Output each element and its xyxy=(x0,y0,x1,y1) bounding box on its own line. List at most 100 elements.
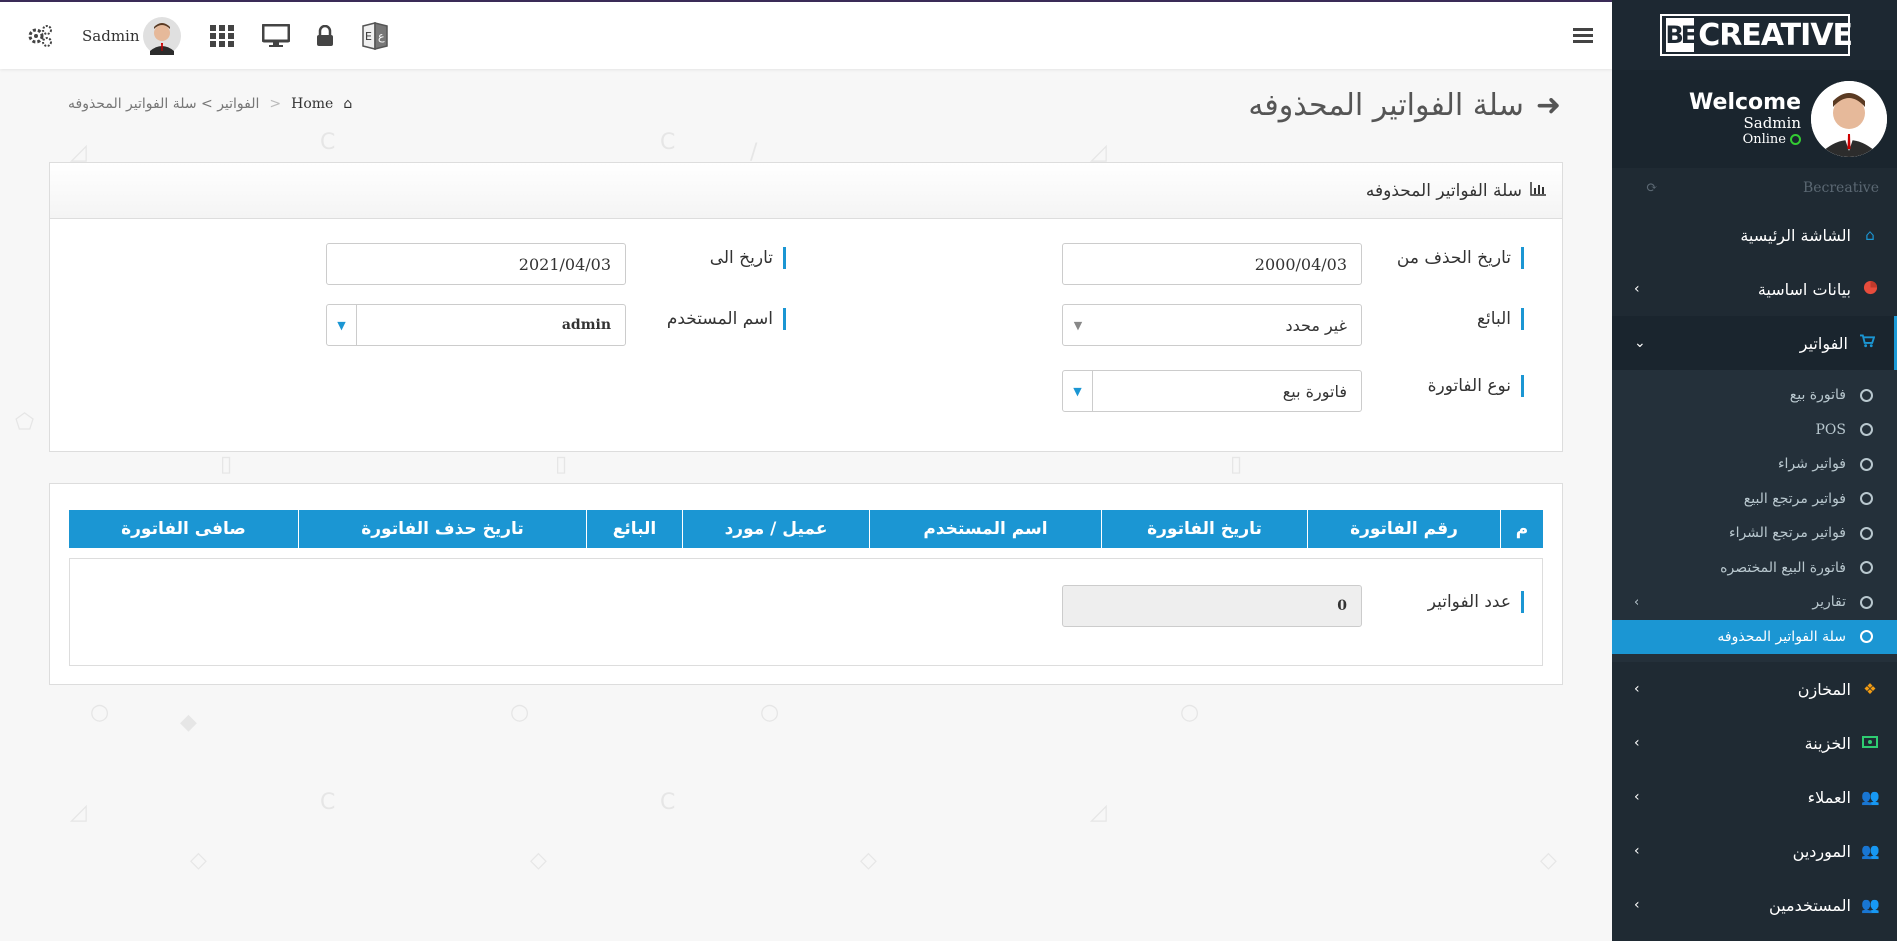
submenu-item-short-sales-invoice[interactable]: فاتورة البيع المختصره xyxy=(1612,551,1897,586)
home-icon: ⌂ xyxy=(343,96,353,112)
submenu-item-sales-returns[interactable]: فواتير مرتجع البيع xyxy=(1612,482,1897,517)
column-header[interactable]: تاريخ حذف الفاتورة xyxy=(298,510,586,548)
circle-icon xyxy=(1860,457,1873,471)
date-from-label: تاريخ الحذف من xyxy=(1397,247,1524,269)
column-header[interactable]: صافى الفاتورة xyxy=(69,510,298,548)
column-header[interactable]: اسم المستخدم xyxy=(869,510,1101,548)
home-icon: ⌂ xyxy=(1865,226,1875,244)
chevron-left-icon: ‹ xyxy=(1634,897,1640,913)
chevron-left-icon: ‹ xyxy=(1634,281,1640,297)
circle-icon xyxy=(1860,630,1873,644)
breadcrumb-home-link[interactable]: Home xyxy=(291,96,333,112)
cubes-icon: ❖ xyxy=(1863,680,1877,698)
chevron-left-icon: ‹ xyxy=(1634,594,1640,610)
sidebar-item-label: الموردين xyxy=(1792,841,1851,861)
submenu-item-pos[interactable]: POS xyxy=(1612,413,1897,448)
page-header: سلة الفواتير المحذوفه ➜ xyxy=(1248,88,1561,123)
sidebar-item-customers[interactable]: ‹ العملاء 👥 xyxy=(1612,770,1897,824)
column-header[interactable]: تاريخ الفاتورة xyxy=(1101,510,1307,548)
chevron-left-icon: ‹ xyxy=(1634,789,1640,805)
top-navbar: Sadmin E ع xyxy=(0,0,1612,69)
logo-text: CREATIVE xyxy=(1698,17,1853,53)
users-icon: 👥 xyxy=(1861,788,1880,806)
circle-icon xyxy=(1860,526,1873,540)
brand-row: ⟳ Becreative xyxy=(1612,168,1897,208)
submenu-item-purchase-returns[interactable]: فواتير مرتجع الشراء xyxy=(1612,516,1897,551)
settings-gear-icon[interactable] xyxy=(26,2,54,69)
circle-icon xyxy=(1860,423,1873,437)
username-select[interactable]: ▼ admin xyxy=(326,304,626,346)
submenu-item-sales-invoice[interactable]: فاتورة بيع xyxy=(1612,378,1897,413)
monitor-icon[interactable] xyxy=(262,2,290,69)
sidebar-item-basic-data[interactable]: ‹ بيانات اساسية xyxy=(1612,262,1897,316)
caret-down-icon: ▼ xyxy=(327,305,357,345)
submenu-item-label: سلة الفواتير المحذوفه xyxy=(1717,628,1846,645)
language-switch-icon[interactable]: E ع xyxy=(360,2,390,69)
breadcrumb-separator: > xyxy=(269,96,282,112)
breadcrumb: الفواتير > سلة الفواتير المحذوفه > Home … xyxy=(68,96,352,112)
sidebar-user-name: Sadmin xyxy=(1743,114,1801,133)
user-status: Online xyxy=(1689,132,1801,147)
invoices-table-header: م رقم الفاتورة تاريخ الفاتورة اسم المستخ… xyxy=(69,510,1543,548)
chevron-down-icon: ⌄ xyxy=(1634,335,1646,351)
submenu-item-purchase-invoices[interactable]: فواتير شراء xyxy=(1612,447,1897,482)
submenu-item-reports[interactable]: ‹ تقارير xyxy=(1612,585,1897,620)
pie-chart-icon xyxy=(1861,280,1879,299)
submenu-item-label: فواتير مرتجع الشراء xyxy=(1728,525,1846,542)
sidebar-item-label: المخازن xyxy=(1797,679,1851,699)
suppliers-icon: 👥 xyxy=(1861,842,1880,860)
column-header[interactable]: عميل / مورد xyxy=(682,510,869,548)
invoice-count-field: 0 xyxy=(1062,585,1362,627)
money-icon xyxy=(1861,734,1879,752)
brand-name: Becreative xyxy=(1802,180,1879,196)
sidebar-item-invoices[interactable]: ⌄ الفواتير xyxy=(1612,316,1897,370)
submenu-item-deleted-invoices[interactable]: سلة الفواتير المحذوفه xyxy=(1612,619,1897,654)
invoice-count-value: 0 xyxy=(1337,598,1347,614)
sidebar-item-treasury[interactable]: ‹ الخزينة xyxy=(1612,716,1897,770)
caret-down-icon: ▼ xyxy=(1073,318,1083,332)
page-title: سلة الفواتير المحذوفه xyxy=(1248,88,1524,123)
sidebar-item-suppliers[interactable]: ‹ الموردين 👥 xyxy=(1612,824,1897,878)
invoices-table-body: عدد الفواتير 0 xyxy=(69,558,1543,666)
filter-panel: سلة الفواتير المحذوفه تاريخ الحذف من 200… xyxy=(49,162,1563,452)
seller-label: البائع xyxy=(1477,308,1524,330)
welcome-text: Welcome xyxy=(1689,90,1801,116)
user-panel: Welcome Sadmin Online xyxy=(1612,70,1897,168)
sidebar-item-label: المستخدمين xyxy=(1769,895,1851,915)
invoice-type-selected-value: فاتورة بيع xyxy=(1282,381,1347,401)
user-panel-text: Welcome Sadmin Online xyxy=(1689,90,1801,147)
column-header[interactable]: رقم الفاتورة xyxy=(1307,510,1500,548)
column-header[interactable]: البائع xyxy=(586,510,682,548)
svg-text:E: E xyxy=(365,30,372,43)
column-header[interactable]: م xyxy=(1500,510,1543,548)
sidebar-item-home[interactable]: الشاشة الرئيسية ⌂ xyxy=(1612,208,1897,262)
svg-text:ع: ع xyxy=(378,30,385,43)
date-from-input[interactable]: 2000/04/03 xyxy=(1062,243,1362,285)
sidebar-item-users[interactable]: ‹ المستخدمين 👥 xyxy=(1612,878,1897,932)
topbar-user-name[interactable]: Sadmin xyxy=(82,2,140,69)
caret-down-icon: ▼ xyxy=(1063,371,1093,411)
date-to-value: 2021/04/03 xyxy=(518,254,611,274)
invoice-count-label: عدد الفواتير xyxy=(1428,591,1524,613)
sidebar-item-stores[interactable]: ‹ المخازن ❖ xyxy=(1612,662,1897,716)
brand-logo[interactable]: BE CREATIVE xyxy=(1659,14,1853,56)
refresh-icon[interactable]: ⟳ xyxy=(1646,180,1658,196)
sidebar-item-label: العملاء xyxy=(1807,787,1851,807)
seller-selected-value: غير محدد xyxy=(1285,315,1347,335)
sidebar-item-label: الخزينة xyxy=(1804,733,1851,753)
lock-icon[interactable] xyxy=(316,2,334,69)
seller-select[interactable]: ▼ غير محدد xyxy=(1062,304,1362,346)
invoices-submenu: فاتورة بيع POS فواتير شراء فواتير مرتجع … xyxy=(1612,370,1897,662)
arrow-right-icon[interactable]: ➜ xyxy=(1536,88,1561,123)
username-selected-value: admin xyxy=(561,317,611,333)
chevron-left-icon: ‹ xyxy=(1634,681,1640,697)
date-to-input[interactable]: 2021/04/03 xyxy=(326,243,626,285)
invoice-type-label: نوع الفاتورة xyxy=(1428,375,1524,397)
sidebar-toggle-hamburger-icon[interactable] xyxy=(1573,2,1593,69)
apps-grid-icon[interactable] xyxy=(210,2,234,69)
invoice-type-select[interactable]: ▼ فاتورة بيع xyxy=(1062,370,1362,412)
sidebar: BE CREATIVE Welcome Sadmin Online ⟳ Becr… xyxy=(1612,0,1897,941)
submenu-item-label: فواتير شراء xyxy=(1777,456,1846,473)
circle-icon xyxy=(1860,492,1873,506)
topbar-user-avatar[interactable] xyxy=(143,2,181,69)
